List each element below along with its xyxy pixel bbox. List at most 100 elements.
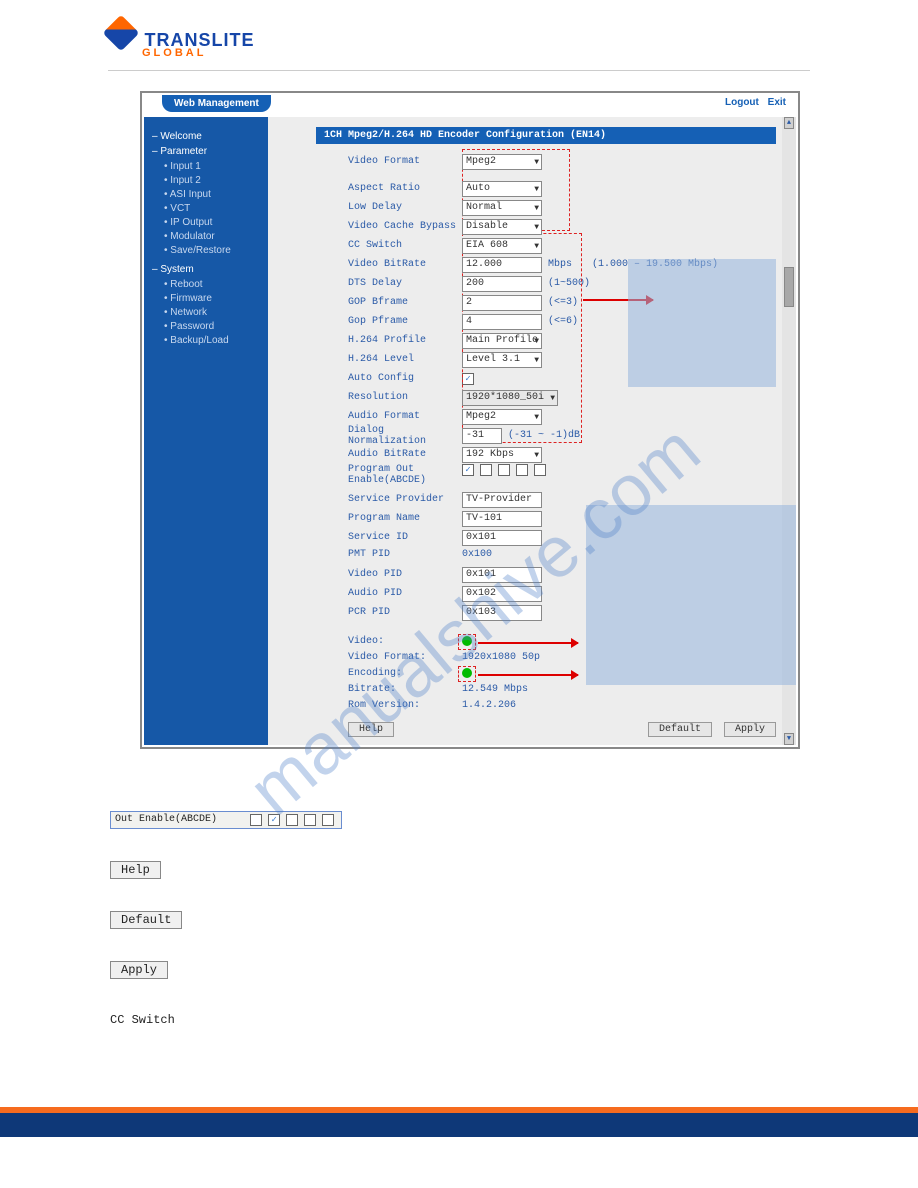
sidebar-item-firmware[interactable]: Firmware [164,292,260,306]
label-video-bitrate: Video BitRate [348,259,462,270]
suffix-dialog-norm: (-31 ~ -1)dB [508,430,580,441]
checkbox-out-a[interactable]: ✓ [462,464,474,476]
out-enable-strip: Out Enable(ABCDE) ✓ [110,811,342,829]
default-button[interactable]: Default [648,722,712,737]
select-h264-profile[interactable]: Main Profile [462,333,542,349]
checkbox-out-d[interactable] [516,464,528,476]
sidebar-item-asi[interactable]: ASI Input [164,188,260,202]
sample-cc-switch-text: CC Switch [110,1013,175,1027]
sidebar: Welcome Parameter Input 1 Input 2 ASI In… [144,117,268,745]
sample-apply-button[interactable]: Apply [110,961,168,979]
label-dialog-norm: Dialog Normalization [348,425,462,447]
tab-web-management[interactable]: Web Management [162,95,271,112]
status-rom-label: Rom Version: [348,700,462,716]
label-audio-bitrate: Audio BitRate [348,449,462,460]
sidebar-item-modulator[interactable]: Modulator [164,230,260,244]
select-cc-switch[interactable]: EIA 608 [462,238,542,254]
status-bitrate-label: Bitrate: [348,684,462,700]
checkbox-out-b[interactable] [480,464,492,476]
scroll-thumb[interactable] [784,267,794,307]
sidebar-welcome[interactable]: Welcome [152,131,202,142]
logo-icon [103,15,140,52]
label-service-id: Service ID [348,532,462,543]
scroll-up-icon[interactable]: ▲ [784,117,794,129]
status-video-dot-icon [462,636,472,646]
input-dts-delay[interactable]: 200 [462,276,542,292]
label-audio-pid: Audio PID [348,588,462,599]
scroll-down-icon[interactable]: ▼ [784,733,794,745]
select-resolution[interactable]: 1920*1080_50i [462,390,558,406]
input-service-provider[interactable]: TV-Provider [462,492,542,508]
input-video-bitrate[interactable]: 12.000 [462,257,542,273]
input-dialog-norm[interactable]: -31 [462,428,502,444]
label-gop-bframe: GOP Bframe [348,297,462,308]
input-gop-bframe[interactable]: 2 [462,295,542,311]
select-video-cache[interactable]: Disable [462,219,542,235]
status-encoding-label: Encoding: [348,668,462,684]
sidebar-parameter[interactable]: Parameter [152,146,207,157]
status-vformat-value: 1920x1080 50p [462,652,540,668]
label-audio-format: Audio Format [348,411,462,422]
label-pcr-pid: PCR PID [348,607,462,618]
help-button[interactable]: Help [348,722,394,737]
label-pmt-pid: PMT PID [348,549,462,560]
sidebar-item-vct[interactable]: VCT [164,202,260,216]
select-audio-bitrate[interactable]: 192 Kbps [462,447,542,463]
sidebar-item-input2[interactable]: Input 2 [164,174,260,188]
select-h264-level[interactable]: Level 3.1 [462,352,542,368]
screenshot-frame: Web Management Logout Exit Welcome Param… [140,91,800,749]
checkbox2-a[interactable] [250,814,262,826]
status-vformat-label: Video Format: [348,652,462,668]
select-video-format[interactable]: Mpeg2 [462,154,542,170]
status-encoding-dot-icon [462,668,472,678]
suffix-gop-bframe: (<=3) [548,297,578,308]
divider [108,70,810,71]
apply-button[interactable]: Apply [724,722,776,737]
checkbox-out-e[interactable] [534,464,546,476]
select-audio-format[interactable]: Mpeg2 [462,409,542,425]
label-service-provider: Service Provider [348,494,462,505]
checkbox-out-c[interactable] [498,464,510,476]
checkbox2-e[interactable] [322,814,334,826]
input-video-pid[interactable]: 0x101 [462,567,542,583]
panel-title: 1CH Mpeg2/H.264 HD Encoder Configuration… [316,127,776,144]
checkbox2-b[interactable]: ✓ [268,814,280,826]
sample-default-button[interactable]: Default [110,911,182,929]
sidebar-item-backup[interactable]: Backup/Load [164,334,260,348]
input-program-name[interactable]: TV-101 [462,511,542,527]
exit-link[interactable]: Exit [768,97,786,108]
select-aspect-ratio[interactable]: Auto [462,181,542,197]
label-gop-pframe: Gop Pframe [348,316,462,327]
checkbox2-d[interactable] [304,814,316,826]
topbar: Web Management Logout Exit [144,95,796,117]
label-auto-config: Auto Config [348,373,462,384]
suffix-video-bitrate: Mbps [548,259,572,270]
arrow-video [478,642,578,644]
sidebar-item-input1[interactable]: Input 1 [164,160,260,174]
sidebar-item-network[interactable]: Network [164,306,260,320]
sample-help-button[interactable]: Help [110,861,161,879]
label-video-pid: Video PID [348,569,462,580]
status-rom-value: 1.4.2.206 [462,700,516,716]
sidebar-item-password[interactable]: Password [164,320,260,334]
label-resolution: Resolution [348,392,462,403]
select-low-delay[interactable]: Normal [462,200,542,216]
input-service-id[interactable]: 0x101 [462,530,542,546]
sidebar-item-save[interactable]: Save/Restore [164,244,260,258]
label-video-format: Video Format [348,156,462,167]
label-prog-out: Program OutEnable(ABCDE) [348,464,462,486]
suffix-gop-pframe: (<=6) [548,316,578,327]
label-h264-profile: H.264 Profile [348,335,462,346]
arrow-encoding [478,674,578,676]
input-audio-pid[interactable]: 0x102 [462,586,542,602]
content-panel: ▲ ▼ 1CH Mpeg2/H.264 HD Encoder Configura… [268,117,796,745]
suffix-dts-delay: (1~500) [548,278,590,289]
sidebar-item-ipout[interactable]: IP Output [164,216,260,230]
input-gop-pframe[interactable]: 4 [462,314,542,330]
logout-link[interactable]: Logout [725,97,759,108]
checkbox2-c[interactable] [286,814,298,826]
sidebar-item-reboot[interactable]: Reboot [164,278,260,292]
sidebar-system[interactable]: System [152,264,194,275]
input-pcr-pid[interactable]: 0x103 [462,605,542,621]
checkbox-auto-config[interactable]: ✓ [462,373,474,385]
